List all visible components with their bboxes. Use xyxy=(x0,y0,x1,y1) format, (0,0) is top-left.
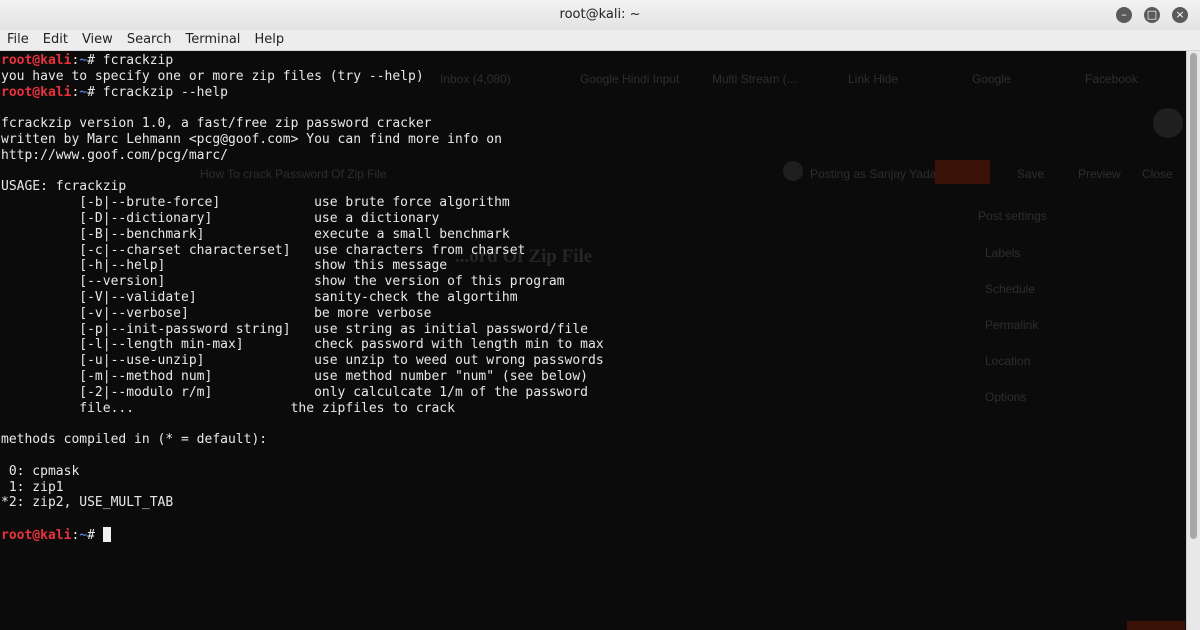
menu-edit[interactable]: Edit xyxy=(36,30,75,50)
option-line: [-u|--use-unzip] use unzip to weed out w… xyxy=(1,353,604,369)
prompt-path: ~ xyxy=(79,527,88,543)
prompt-path: ~ xyxy=(79,53,88,68)
prompt-symbol: # xyxy=(87,84,103,100)
text-cursor[interactable] xyxy=(102,526,111,542)
prompt-user: root@kali xyxy=(1,53,72,68)
ghost-avatar xyxy=(1153,108,1183,138)
prompt-line: root@kali:~# fcrackzip xyxy=(1,53,604,69)
window-titlebar[interactable]: root@kali: ~ – □ × xyxy=(0,0,1200,31)
method-line: 1: zip1 xyxy=(1,479,64,495)
window-title: root@kali: ~ xyxy=(559,7,641,22)
output-line: methods compiled in (* = default): xyxy=(1,432,268,448)
prompt-line: root@kali:~# fcrackzip --help xyxy=(1,85,604,101)
ghost-sidebar-item: Post settings xyxy=(978,209,1047,223)
option-line: [-B|--benchmark] execute a small benchma… xyxy=(1,226,510,242)
terminal-area[interactable]: Inbox (4,080) Google Hindi Input Multi S… xyxy=(0,51,1187,630)
method-line: 0: cpmask xyxy=(1,463,80,479)
ghost-tab: Facebook xyxy=(1085,72,1138,86)
ghost-sidebar-item: Labels xyxy=(985,246,1021,260)
menu-terminal[interactable]: Terminal xyxy=(178,30,247,50)
output-line: fcrackzip version 1.0, a fast/free zip p… xyxy=(1,116,432,132)
ghost-publish-button xyxy=(935,160,990,184)
minimize-icon[interactable]: – xyxy=(1116,7,1132,23)
window-controls: – □ × xyxy=(1116,7,1188,23)
prompt-line: root@kali:~# xyxy=(1,526,604,543)
terminal-output: root@kali:~# fcrackzip you have to specif… xyxy=(1,53,604,543)
option-line: file... the zipfiles to crack xyxy=(1,400,455,416)
prompt-user: root@kali xyxy=(1,527,72,543)
menu-search[interactable]: Search xyxy=(120,30,179,50)
prompt-user: root@kali xyxy=(1,84,72,100)
scrollbar-thumb[interactable] xyxy=(1190,53,1197,539)
ghost-avatar xyxy=(783,161,803,181)
prompt-path: ~ xyxy=(79,84,88,100)
menu-view[interactable]: View xyxy=(75,30,120,50)
option-line: [-p|--init-password string] use string a… xyxy=(1,321,588,337)
option-line: [--version] show the version of this pro… xyxy=(1,274,565,290)
option-line: [-D|--dictionary] use a dictionary xyxy=(1,210,440,226)
option-line: [-b|--brute-force] use brute force algor… xyxy=(1,195,510,211)
prompt-symbol: # xyxy=(87,527,103,543)
ghost-sidebar-item: Options xyxy=(985,390,1027,404)
command-text: fcrackzip --help xyxy=(102,84,228,100)
option-line: [-h|--help] show this message xyxy=(1,258,448,274)
ghost-button: Preview xyxy=(1078,167,1121,181)
menu-bar: File Edit View Search Terminal Help xyxy=(0,30,1200,51)
menu-file[interactable]: File xyxy=(0,30,36,50)
option-line: [-v|--verbose] be more verbose xyxy=(1,305,432,321)
prompt-symbol: # xyxy=(87,53,103,68)
ghost-sidebar-item: Location xyxy=(985,354,1031,368)
option-line: [-2|--modulo r/m] only calculcate 1/m of… xyxy=(1,384,588,400)
output-line: http://www.goof.com/pcg/marc/ xyxy=(1,147,228,163)
maximize-icon[interactable]: □ xyxy=(1144,7,1160,23)
output-line: you have to specify one or more zip file… xyxy=(1,68,424,84)
option-line: [-l|--length min-max] check password wit… xyxy=(1,337,604,353)
output-line: USAGE: fcrackzip xyxy=(1,179,127,195)
ghost-tab: Google xyxy=(972,72,1011,86)
menu-help[interactable]: Help xyxy=(247,30,291,50)
close-icon[interactable]: × xyxy=(1172,7,1188,23)
option-line: [-c|--charset characterset] use characte… xyxy=(1,242,526,258)
option-line: [-V|--validate] sanity-check the algorti… xyxy=(1,289,518,305)
ghost-tab: Link Hide xyxy=(848,72,899,86)
ghost-button: Close xyxy=(1142,167,1173,181)
ghost-button-bottom xyxy=(1127,621,1185,630)
command-text: fcrackzip xyxy=(102,53,174,68)
ghost-author: Posting as Sanjay Yadav xyxy=(810,167,943,181)
ghost-sidebar-item: Schedule xyxy=(985,282,1036,296)
ghost-sidebar-item: Permalink xyxy=(985,318,1039,332)
ghost-button: Save xyxy=(1017,167,1045,181)
scrollbar[interactable] xyxy=(1186,51,1200,630)
method-line: *2: zip2, USE_MULT_TAB xyxy=(1,495,174,511)
ghost-tab: Multi Stream (... xyxy=(712,72,797,86)
output-line: written by Marc Lehmann <pcg@goof.com> Y… xyxy=(1,131,502,147)
option-line: [-m|--method num] use method number "num… xyxy=(1,368,588,384)
